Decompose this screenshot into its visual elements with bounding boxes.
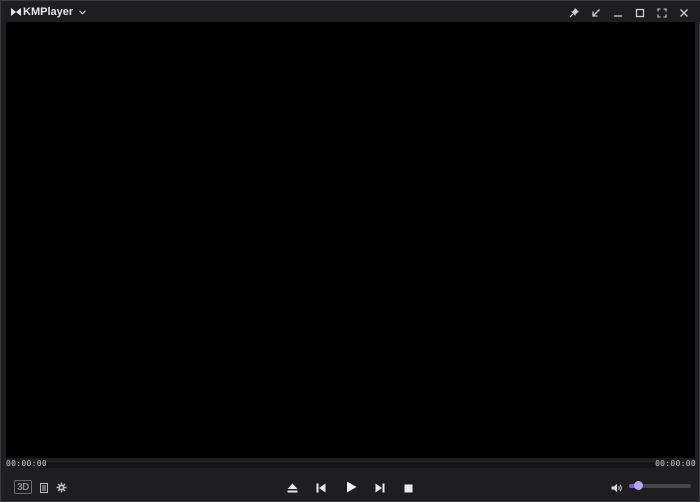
player-window: KMPlayer 00:00:00 00:00:00 3D <box>0 0 700 502</box>
minimize-button[interactable] <box>607 4 629 20</box>
stop-icon <box>404 478 413 497</box>
current-time: 00:00:00 <box>6 459 47 468</box>
maximize-button[interactable] <box>629 4 651 20</box>
play-icon <box>346 478 357 497</box>
volume-slider[interactable] <box>629 481 691 490</box>
3d-button[interactable]: 3D <box>13 477 33 497</box>
control-bar: 3D <box>1 473 700 501</box>
previous-button[interactable] <box>312 477 330 497</box>
play-button[interactable] <box>341 477 361 497</box>
volume-icon <box>611 478 623 497</box>
fullscreen-icon <box>657 3 667 22</box>
next-icon <box>375 478 385 497</box>
3d-badge: 3D <box>14 480 32 494</box>
close-button[interactable] <box>673 4 695 20</box>
chevron-down-icon <box>79 9 87 15</box>
maximize-icon <box>635 3 645 22</box>
next-button[interactable] <box>371 477 389 497</box>
kmplayer-logo-icon <box>11 8 21 16</box>
app-menu-button[interactable]: KMPlayer <box>11 4 87 20</box>
app-title: KMPlayer <box>23 6 74 18</box>
minimize-icon <box>613 3 623 22</box>
eject-button[interactable] <box>283 477 301 497</box>
fullscreen-button[interactable] <box>651 4 673 20</box>
stop-button[interactable] <box>399 477 417 497</box>
pin-icon <box>569 3 580 22</box>
settings-button[interactable] <box>54 477 68 497</box>
playlist-icon <box>40 478 48 497</box>
mini-mode-button[interactable] <box>585 4 607 20</box>
video-area[interactable] <box>6 22 695 458</box>
eject-icon <box>287 478 298 497</box>
arrow-down-left-icon <box>591 3 601 22</box>
total-time: 00:00:00 <box>655 459 696 468</box>
close-icon <box>679 3 689 22</box>
previous-icon <box>316 478 326 497</box>
mute-button[interactable] <box>609 477 625 497</box>
playlist-button[interactable] <box>37 477 51 497</box>
pin-button[interactable] <box>563 4 585 20</box>
seek-bar[interactable] <box>46 461 655 468</box>
volume-knob[interactable] <box>633 481 643 490</box>
title-bar[interactable]: KMPlayer <box>1 1 700 22</box>
seek-row: 00:00:00 00:00:00 <box>1 458 700 472</box>
window-controls <box>563 4 695 20</box>
settings-icon <box>56 478 67 497</box>
